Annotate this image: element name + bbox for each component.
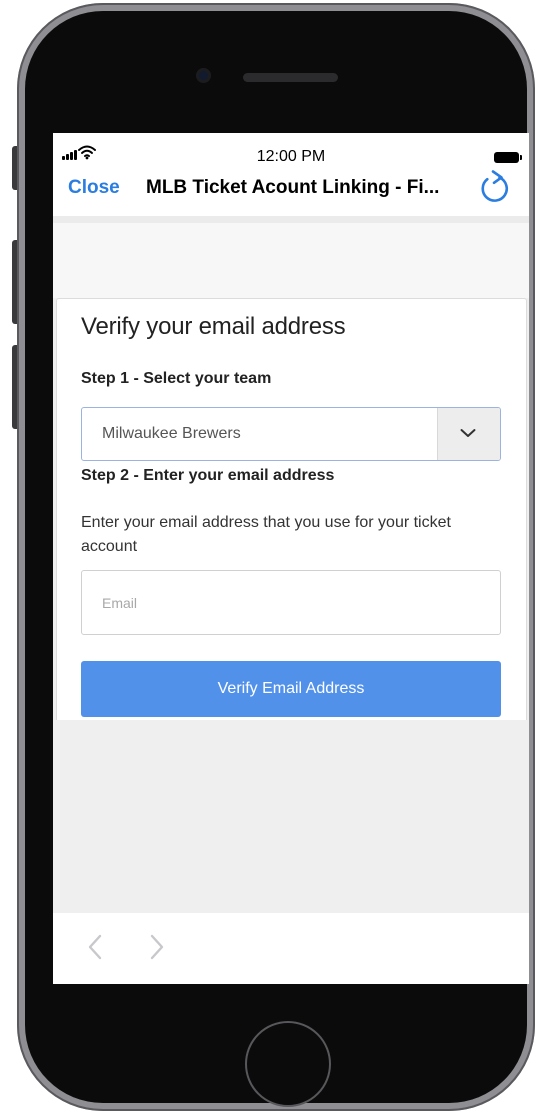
earpiece-speaker — [243, 73, 338, 82]
status-bar: 12:00 PM — [53, 133, 529, 166]
phone-mockup: 12:00 PM Close MLB Ticket Acount Linking… — [0, 0, 547, 1117]
page-title: MLB Ticket Acount Linking - Fi... — [146, 177, 440, 198]
team-select[interactable]: Milwaukee Brewers — [81, 407, 501, 461]
front-camera — [196, 68, 211, 83]
chevron-left-icon[interactable] — [87, 933, 103, 961]
verify-email-button[interactable]: Verify Email Address — [81, 661, 501, 717]
step2-label: Step 2 - Enter your email address — [81, 467, 335, 484]
chevron-right-icon[interactable] — [149, 933, 165, 961]
browser-toolbar — [53, 913, 529, 984]
phone-screen: 12:00 PM Close MLB Ticket Acount Linking… — [53, 133, 529, 984]
battery-icon — [494, 152, 522, 163]
content-header-area — [53, 216, 529, 298]
home-button[interactable] — [245, 1021, 331, 1107]
form-title: Verify your email address — [81, 313, 346, 340]
email-instructions: Enter your email address that you use fo… — [81, 514, 451, 555]
close-button[interactable]: Close — [68, 177, 120, 199]
verify-email-card: Verify your email address Step 1 - Selec… — [56, 298, 527, 720]
step1-label: Step 1 - Select your team — [81, 370, 272, 387]
email-input[interactable] — [81, 570, 501, 635]
selected-team: Milwaukee Brewers — [102, 425, 241, 442]
dropdown-toggle[interactable] — [437, 408, 500, 460]
chevron-down-icon — [460, 429, 476, 437]
status-time: 12:00 PM — [256, 148, 326, 165]
refresh-icon[interactable] — [479, 170, 511, 206]
nav-bar: Close MLB Ticket Acount Linking - Fi... — [53, 166, 529, 216]
